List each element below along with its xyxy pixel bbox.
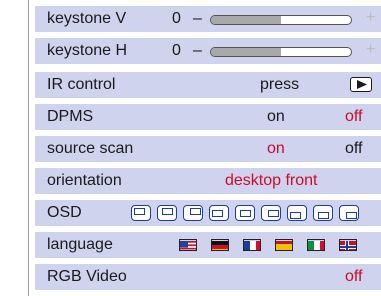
osd-position-icon[interactable]: [183, 205, 203, 221]
ir-control-label: IR control: [47, 76, 116, 93]
orientation-row[interactable]: orientation desktop front: [35, 168, 381, 194]
osd-position-marker: [212, 210, 223, 217]
language-label: language: [47, 236, 113, 253]
osd-position-marker: [268, 210, 279, 217]
osd-position-icon[interactable]: [261, 205, 281, 221]
es-flag-icon[interactable]: [275, 239, 293, 251]
osd-position-icon[interactable]: [209, 205, 229, 221]
keystone-h-slider[interactable]: [210, 47, 352, 57]
osd-position-marker: [162, 208, 173, 215]
orientation-value[interactable]: desktop front: [225, 172, 318, 190]
osd-position-marker: [318, 212, 329, 219]
orientation-label: orientation: [47, 172, 122, 189]
osd-position-marker: [240, 210, 251, 217]
keystone-v-slider-fill: [211, 16, 281, 24]
rgb-video-label: RGB Video: [47, 268, 127, 285]
keystone-v-value: 0: [172, 10, 181, 27]
play-icon: [357, 80, 367, 89]
osd-position-icon[interactable]: [287, 205, 307, 221]
dpms-row[interactable]: DPMS on off: [35, 104, 381, 130]
dpms-off-option[interactable]: off: [345, 108, 363, 126]
osd-position-marker: [346, 212, 357, 219]
play-button[interactable]: [350, 77, 372, 92]
osd-position-icon[interactable]: [313, 205, 333, 221]
source-scan-on-option[interactable]: on: [267, 140, 285, 158]
ir-control-row[interactable]: IR control press: [35, 72, 381, 98]
keystone-h-label: keystone H: [47, 42, 128, 59]
fr-flag-icon[interactable]: [243, 239, 261, 251]
keystone-h-plus[interactable]: +: [366, 41, 375, 59]
osd-row[interactable]: OSD: [35, 200, 381, 226]
source-scan-label: source scan: [47, 140, 134, 157]
keystone-v-label: keystone V: [47, 10, 127, 27]
osd-position-marker: [290, 212, 301, 219]
keystone-h-value: 0: [172, 42, 181, 59]
dpms-on-option[interactable]: on: [267, 108, 285, 126]
dpms-label: DPMS: [47, 108, 94, 125]
osd-position-icon[interactable]: [157, 205, 177, 221]
keystone-h-minus[interactable]: –: [193, 42, 202, 60]
osd-label: OSD: [47, 204, 82, 221]
osd-position-icon[interactable]: [131, 205, 151, 221]
source-scan-off-option[interactable]: off: [345, 140, 363, 158]
us-flag-icon[interactable]: [179, 239, 197, 251]
osd-position-icon[interactable]: [235, 205, 255, 221]
rgb-video-value[interactable]: off: [345, 268, 363, 286]
keystone-v-plus[interactable]: +: [366, 9, 375, 27]
rgb-video-row[interactable]: RGB Video off: [35, 264, 381, 290]
osd-position-icon[interactable]: [339, 205, 359, 221]
de-flag-icon[interactable]: [211, 239, 229, 251]
no-flag-icon[interactable]: [339, 239, 357, 251]
settings-menu: keystone V 0 – + keystone H 0 – + IR con…: [28, 0, 381, 296]
keystone-v-row[interactable]: keystone V 0 – +: [35, 6, 381, 32]
keystone-v-slider[interactable]: [210, 15, 352, 25]
keystone-v-minus[interactable]: –: [193, 10, 202, 28]
osd-position-marker: [134, 208, 145, 215]
it-flag-icon[interactable]: [307, 239, 325, 251]
language-row[interactable]: language: [35, 232, 381, 258]
keystone-h-row[interactable]: keystone H 0 – +: [35, 38, 381, 64]
keystone-h-slider-fill: [211, 48, 281, 56]
ir-control-action: press: [260, 76, 300, 93]
osd-position-marker: [190, 208, 201, 215]
source-scan-row[interactable]: source scan on off: [35, 136, 381, 162]
